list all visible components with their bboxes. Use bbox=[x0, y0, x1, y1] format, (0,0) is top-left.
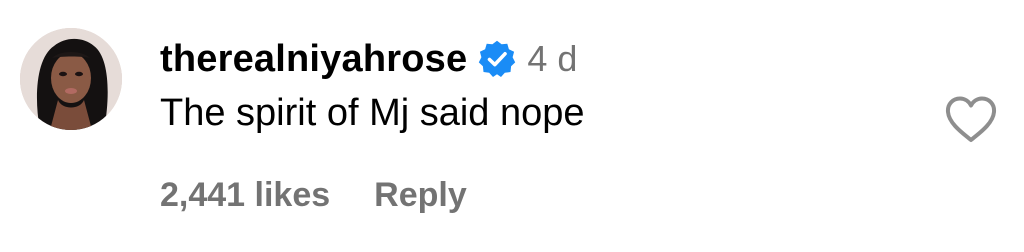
reply-button[interactable]: Reply bbox=[374, 176, 467, 215]
timestamp: 4 d bbox=[527, 38, 578, 79]
avatar-photo bbox=[20, 28, 122, 130]
comment-footer: 2,441 likes Reply bbox=[160, 176, 467, 215]
username[interactable]: therealniyahrose bbox=[160, 38, 467, 81]
heart-outline-icon[interactable] bbox=[944, 95, 998, 145]
likes-count[interactable]: 2,441 likes bbox=[160, 176, 330, 215]
verified-badge-icon bbox=[477, 39, 517, 79]
comment-text: The spirit of Mj said nope bbox=[160, 92, 585, 134]
avatar[interactable] bbox=[20, 28, 122, 130]
comment-header: therealniyahrose 4 d bbox=[160, 34, 577, 84]
